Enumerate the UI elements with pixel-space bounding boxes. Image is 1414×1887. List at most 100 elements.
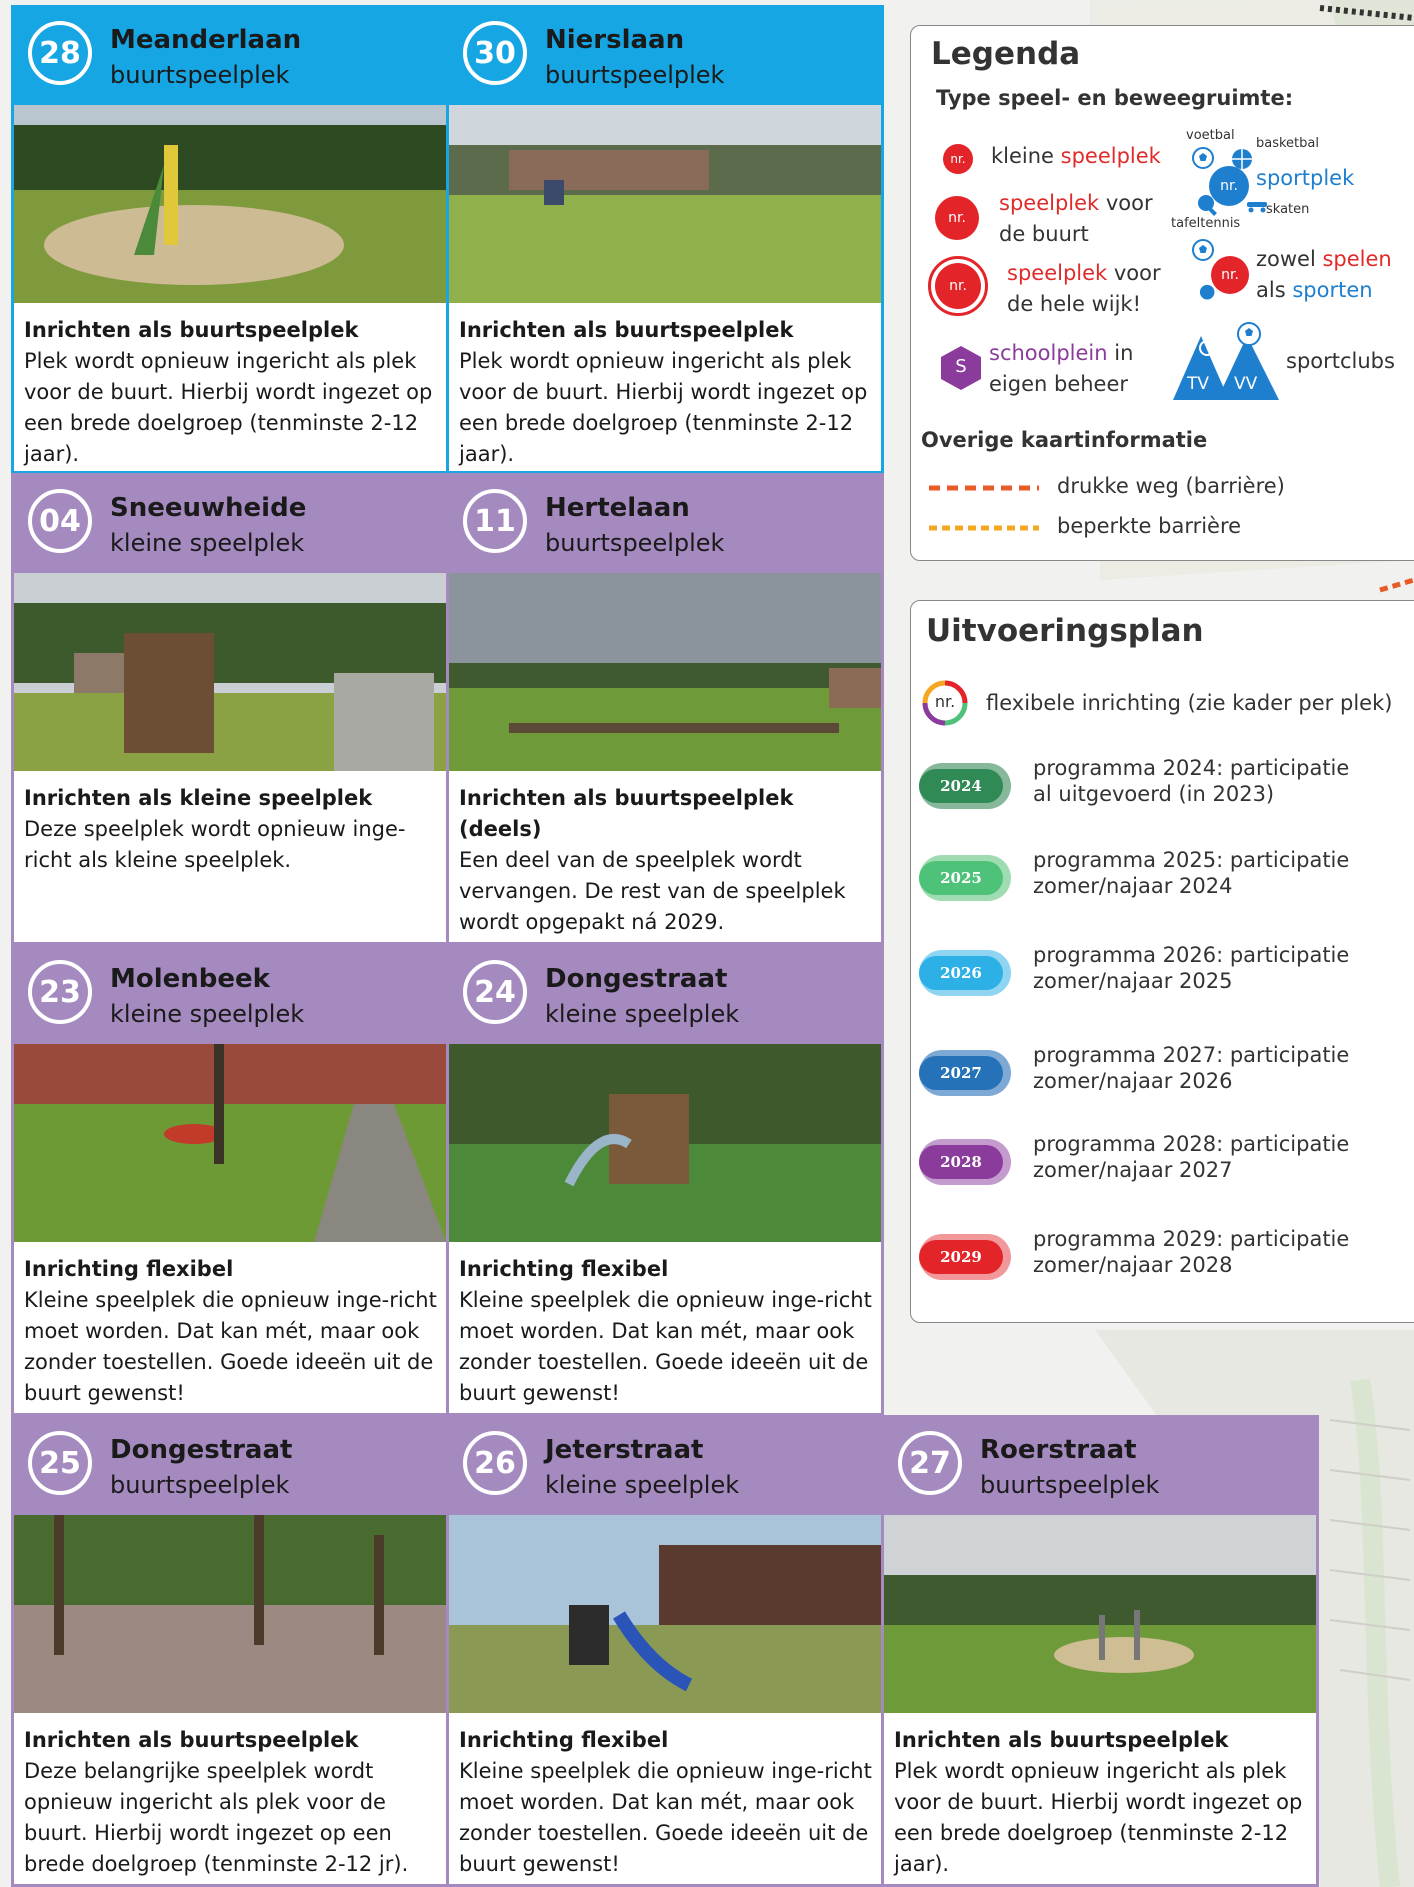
tv-label: TV [1187,374,1210,394]
label-line2: de hele wijk! [1007,292,1142,316]
soccer-ball-icon [1192,147,1214,169]
year-pill-2027: 2027 [919,1050,1011,1096]
location-type: kleine speelplek [110,529,305,557]
label-red: speelplek [1060,144,1161,168]
pill-year: 2027 [940,1064,982,1082]
flexible-ring-label: nr. [934,692,956,711]
location-photo [449,573,881,771]
year-pill-2028: 2028 [919,1139,1011,1185]
description-body: Kleine speelplek die opnieuw inge-richt … [24,1288,437,1405]
location-number: 04 [28,489,92,553]
location-number: 26 [463,1431,527,1495]
location-description: Inrichting flexibel Kleine speelplek die … [24,1254,438,1409]
label-voetbal: voetbal [1186,128,1235,143]
location-name: Molenbeek [110,964,270,994]
soccer-ball-icon [1192,239,1214,261]
location-name: Hertelaan [545,493,690,523]
location-description: Inrichting flexibel Kleine speelplek die … [459,1254,873,1409]
legend-busy-road: drukke weg (barrière) [1057,474,1285,498]
description-heading: Inrichten als kleine speelplek [24,786,373,810]
location-photo [14,1044,446,1242]
label-tafeltennis: tafeltennis [1171,216,1241,231]
location-photo [449,1515,881,1713]
location-name: Roerstraat [980,1435,1137,1465]
location-type: buurtspeelplek [110,61,290,89]
location-number: 30 [463,21,527,85]
location-number: 23 [28,960,92,1024]
label: zowel [1256,247,1323,271]
pill-year: 2026 [940,964,982,982]
other-map-info-title: Overige kaartinformatie [921,428,1208,452]
description-heading: Inrichten als buurtspeelplek [24,1728,359,1752]
location-name: Dongestraat [110,1435,293,1465]
card-header: 28 Meanderlaan buurtspeelplek [14,5,446,105]
location-card-24: 24 Dongestraat kleine speelplek Inrichti… [446,944,884,1416]
location-description: Inrichten als buurtspeelplek Plek wordt o… [894,1725,1308,1880]
label: in [1107,341,1134,365]
location-type: buurtspeelplek [980,1471,1160,1499]
description-heading: Inrichten als buurtspeelplek [459,318,794,342]
pill-year: 2025 [940,869,982,887]
location-type: kleine speelplek [110,1000,305,1028]
location-card-26: 26 Jeterstraat kleine speelplek Inrichti… [446,1415,884,1887]
label-line2: eigen beheer [989,372,1129,396]
description-body: Deze speelplek wordt opnieuw inge-richt … [24,817,406,872]
legend-sport-location: sportplek [1256,166,1355,190]
location-photo [14,105,446,303]
programme-line2: zomer/najaar 2026 [1033,1069,1233,1093]
legend-district-playground: speelplek voor de hele wijk! [1007,258,1161,320]
location-number: 28 [28,21,92,85]
pill-year: 2024 [940,777,982,795]
flexible-layout-label: flexibele inrichting (zie kader per plek… [986,691,1393,715]
busy-road-line [929,485,1039,491]
programme-2025: programma 2025: participatie zomer/najaar… [1033,847,1349,899]
label-basketbal: basketbal [1256,136,1319,151]
programme-line2: al uitgevoerd (in 2023) [1033,782,1275,806]
location-description: Inrichten als buurtspeelplek Plek wordt o… [459,315,873,470]
programme-2026: programma 2026: participatie zomer/najaar… [1033,942,1349,994]
label: voor [1099,191,1153,215]
location-photo [14,1515,446,1713]
location-description: Inrichting flexibel Kleine speelplek die … [459,1725,873,1880]
location-type: kleine speelplek [545,1000,740,1028]
programme-line1: programma 2024: participatie [1033,756,1350,780]
location-photo [449,1044,881,1242]
programme-line2: zomer/najaar 2024 [1033,874,1233,898]
programme-line1: programma 2027: participatie [1033,1043,1350,1067]
description-heading: Inrichting flexibel [459,1257,669,1281]
location-name: Nierslaan [545,25,685,55]
location-type: kleine speelplek [545,1471,740,1499]
description-body: Kleine speelplek die opnieuw inge-richt … [459,1759,872,1876]
programme-line1: programma 2025: participatie [1033,848,1350,872]
programme-line1: programma 2029: participatie [1033,1227,1350,1251]
location-photo [884,1515,1316,1713]
small-playground-icon: nr. [943,144,973,174]
card-header: 27 Roerstraat buurtspeelplek [884,1415,1316,1515]
description-body: Een deel van de speelplek wordt vervange… [459,848,846,934]
programme-2028: programma 2028: participatie zomer/najaar… [1033,1131,1349,1183]
legend-limited-barrier: beperkte barrière [1057,514,1242,538]
location-card-27: 27 Roerstraat buurtspeelplek Inrichten a… [881,1415,1319,1887]
legend-play-and-sport: zowel spelen als sporten [1256,244,1392,306]
description-body: Plek wordt opnieuw ingericht als plek vo… [894,1759,1303,1876]
limited-barrier-line [929,525,1039,531]
location-card-25: 25 Dongestraat buurtspeelplek Inrichten … [11,1415,449,1887]
location-description: Inrichten als buurtspeelplek (deels) Een … [459,783,873,938]
description-body: Plek wordt opnieuw ingericht als plek vo… [24,349,433,466]
legend-title: Legenda [931,36,1081,72]
location-name: Dongestraat [545,964,728,994]
location-photo [449,105,881,303]
year-pill-2024: 2024 [919,763,1011,809]
location-card-28: 28 Meanderlaan buurtspeelplek Inrichten … [11,5,449,474]
card-header: 24 Dongestraat kleine speelplek [449,944,881,1044]
programme-line2: zomer/najaar 2027 [1033,1158,1233,1182]
plan-title: Uitvoeringsplan [926,613,1204,649]
programme-2024: programma 2024: participatie al uitgevoer… [1033,755,1349,807]
location-card-23: 23 Molenbeek kleine speelplek Inrichting… [11,944,449,1416]
year-pill-2026: 2026 [919,950,1011,996]
district-playground-icon: nr. [928,256,988,316]
location-name: Sneeuwheide [110,493,307,523]
card-header: 26 Jeterstraat kleine speelplek [449,1415,881,1515]
label-line2: de buurt [999,222,1089,246]
label: voor [1107,261,1161,285]
